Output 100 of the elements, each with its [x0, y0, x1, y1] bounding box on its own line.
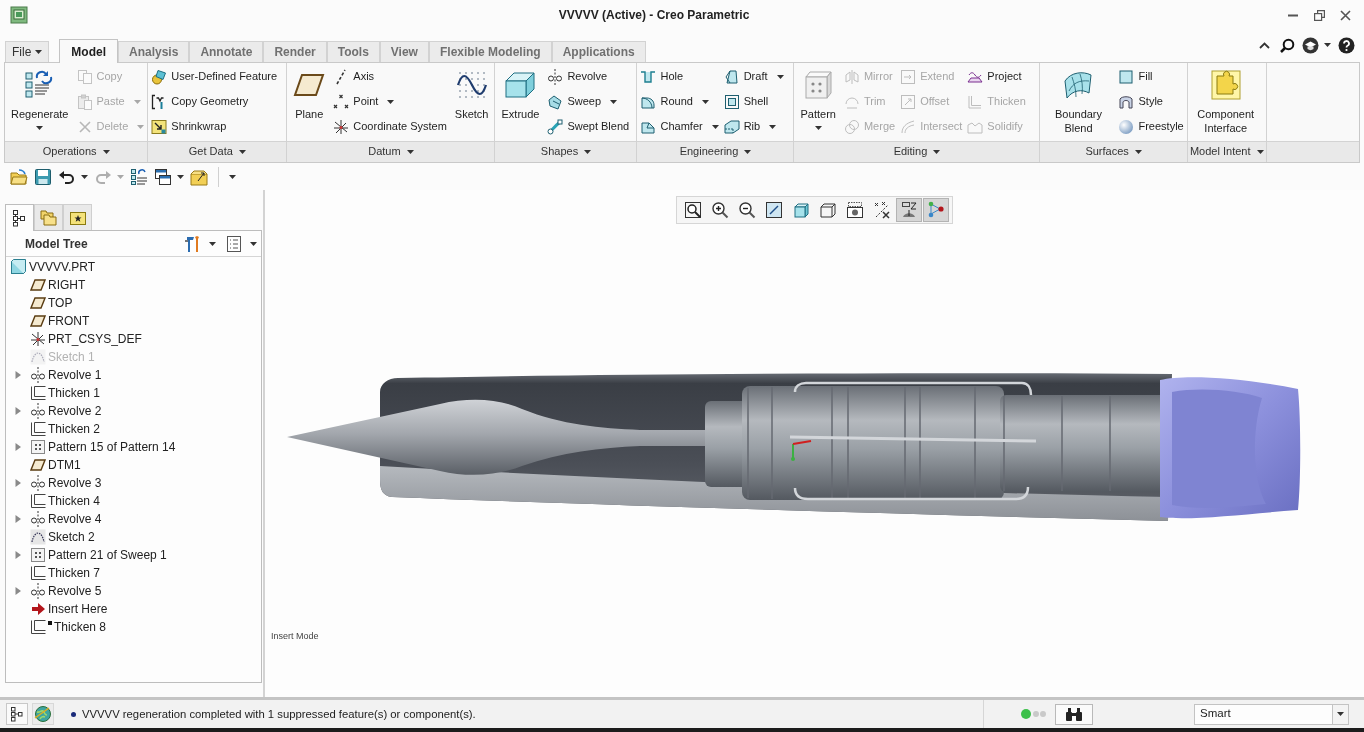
tree-item[interactable]: PRT_CSYS_DEF [30, 330, 142, 348]
selection-filter-dropdown[interactable]: Smart [1194, 703, 1349, 725]
tree-item[interactable]: Thicken 2 [30, 420, 101, 438]
revolve-icon [30, 511, 46, 527]
tree-item[interactable]: Thicken 7 [30, 564, 101, 582]
ribbon-button[interactable]: Draft [723, 64, 784, 89]
tree-item[interactable]: RIGHT [30, 276, 86, 294]
group-menu-button[interactable]: Engineering [679, 143, 752, 160]
caret-icon [933, 149, 941, 154]
expand-arrow-icon[interactable] [14, 551, 22, 559]
ribbon-button[interactable]: Chamfer [640, 114, 719, 139]
tree-item[interactable]: Thicken 8 [30, 618, 107, 636]
ribbon-tab[interactable]: File [5, 41, 50, 62]
tree-item[interactable]: Revolve 1 [30, 366, 102, 384]
view-tool-button[interactable] [896, 198, 922, 222]
pattern-icon [30, 547, 46, 563]
open-folder-icon [10, 167, 28, 186]
help-icon [1337, 36, 1355, 54]
tree-item[interactable]: Sketch 2 [30, 528, 95, 546]
ribbon-button[interactable]: Sketch [451, 63, 492, 139]
tree-item[interactable]: VVVVV.PRT [10, 258, 96, 276]
ribbon-button[interactable]: Swept Blend [547, 114, 630, 139]
ribbon-tab[interactable]: Model [59, 39, 118, 63]
tree-item[interactable]: TOP [30, 294, 73, 312]
tree-item[interactable]: Thicken 4 [30, 492, 101, 510]
expand-arrow-icon[interactable] [14, 479, 22, 487]
group-menu-button[interactable]: Editing [893, 143, 941, 160]
ribbon-tab[interactable]: Analysis [118, 41, 190, 62]
tree-settings-button[interactable] [184, 234, 216, 253]
ribbon-button[interactable]: Round [640, 89, 719, 114]
search-button[interactable] [1278, 36, 1296, 54]
group-menu-button[interactable]: Datum [368, 143, 414, 160]
ribbon-button[interactable]: Plane [290, 63, 329, 139]
tree-item[interactable]: DTM1 [30, 456, 81, 474]
ribbon-tab[interactable]: Render [263, 41, 327, 62]
zoom-in-icon [711, 201, 729, 219]
ribbon-button[interactable]: Coordinate System [333, 114, 447, 139]
ribbon-tab[interactable]: Applications [551, 41, 646, 62]
thicken-icon [30, 421, 46, 437]
tree-item[interactable]: Revolve 5 [30, 582, 102, 600]
help-button[interactable] [1337, 36, 1355, 54]
group-menu-button[interactable]: Surfaces [1085, 143, 1142, 160]
ribbon-button[interactable]: Regenerate [8, 63, 72, 139]
ribbon-button[interactable]: Freestyle [1118, 114, 1184, 139]
ribbon-button[interactable]: Style [1118, 89, 1184, 114]
ribbon-button[interactable]: Fill [1118, 64, 1184, 89]
ribbon-button[interactable]: User-Defined Feature [151, 64, 278, 89]
close-icon [1339, 9, 1351, 21]
tree-filter-button[interactable] [225, 234, 257, 253]
group-menu-button[interactable]: Operations [42, 143, 110, 160]
ribbon-button[interactable]: Boundary Blend [1043, 63, 1114, 139]
caret-icon [209, 241, 216, 246]
tree-item[interactable]: Thicken 1 [30, 384, 101, 402]
list-icon [225, 234, 243, 253]
ribbon-button[interactable]: Sweep [547, 89, 630, 114]
globe-icon [34, 705, 52, 723]
tree-item[interactable]: Pattern 21 of Sweep 1 [30, 546, 167, 564]
ribbon-button[interactable]: Pattern [797, 63, 839, 139]
plane-icon [30, 313, 46, 329]
find-button[interactable] [1055, 703, 1093, 725]
expand-arrow-icon[interactable] [14, 587, 22, 595]
tree-item[interactable]: Pattern 15 of Pattern 14 [30, 438, 176, 456]
window-title: VVVVV (Active) - Creo Parametric [558, 7, 750, 24]
model-tree-toggle-button[interactable] [6, 703, 28, 725]
ribbon-button[interactable]: Revolve [547, 64, 630, 89]
ribbon-button[interactable]: Component Interface [1190, 63, 1261, 139]
ribbon-button[interactable]: Rib [723, 114, 784, 139]
ribbon-tab[interactable]: Flexible Modeling [428, 41, 552, 62]
tree-item[interactable]: Revolve 2 [30, 402, 102, 420]
caret-icon [137, 124, 145, 129]
tree-item[interactable]: FRONT [30, 312, 90, 330]
ribbon-button[interactable]: Extrude [498, 63, 543, 139]
thicken-icon [30, 619, 46, 635]
ribbon-button[interactable]: Shell [723, 89, 784, 114]
panel-tab[interactable] [5, 204, 34, 231]
tree-item[interactable]: Revolve 4 [30, 510, 102, 528]
ribbon-tab[interactable]: View [379, 41, 429, 62]
minimize-icon [1288, 13, 1298, 17]
caret-icon [711, 124, 719, 129]
ribbon-tab[interactable]: Tools [326, 41, 380, 62]
thicken-icon [30, 493, 46, 509]
caret-icon [102, 149, 110, 154]
tree-item[interactable]: Insert Here [30, 600, 108, 618]
expand-arrow-icon[interactable] [14, 443, 22, 451]
expand-arrow-icon[interactable] [14, 515, 22, 523]
ribbon-tab[interactable]: Annotate [189, 41, 264, 62]
ribbon-button[interactable]: Project [967, 64, 1026, 89]
expand-arrow-icon[interactable] [14, 371, 22, 379]
browser-toggle-button[interactable] [32, 703, 54, 725]
group-menu-button[interactable]: Shapes [540, 143, 592, 160]
learning-button[interactable] [1302, 36, 1331, 54]
group-menu-button[interactable]: Model Intent [1189, 143, 1264, 160]
ribbon-button[interactable]: Point [333, 89, 447, 114]
ribbon-button[interactable]: Hole [640, 64, 719, 89]
group-menu-button[interactable]: Get Data [188, 143, 246, 160]
ribbon-button[interactable]: Copy Geometry [151, 89, 278, 114]
ribbon-button[interactable]: Axis [333, 64, 447, 89]
ribbon-button[interactable]: Shrinkwrap [151, 114, 278, 139]
tree-item[interactable]: Revolve 3 [30, 474, 102, 492]
expand-arrow-icon[interactable] [14, 407, 22, 415]
